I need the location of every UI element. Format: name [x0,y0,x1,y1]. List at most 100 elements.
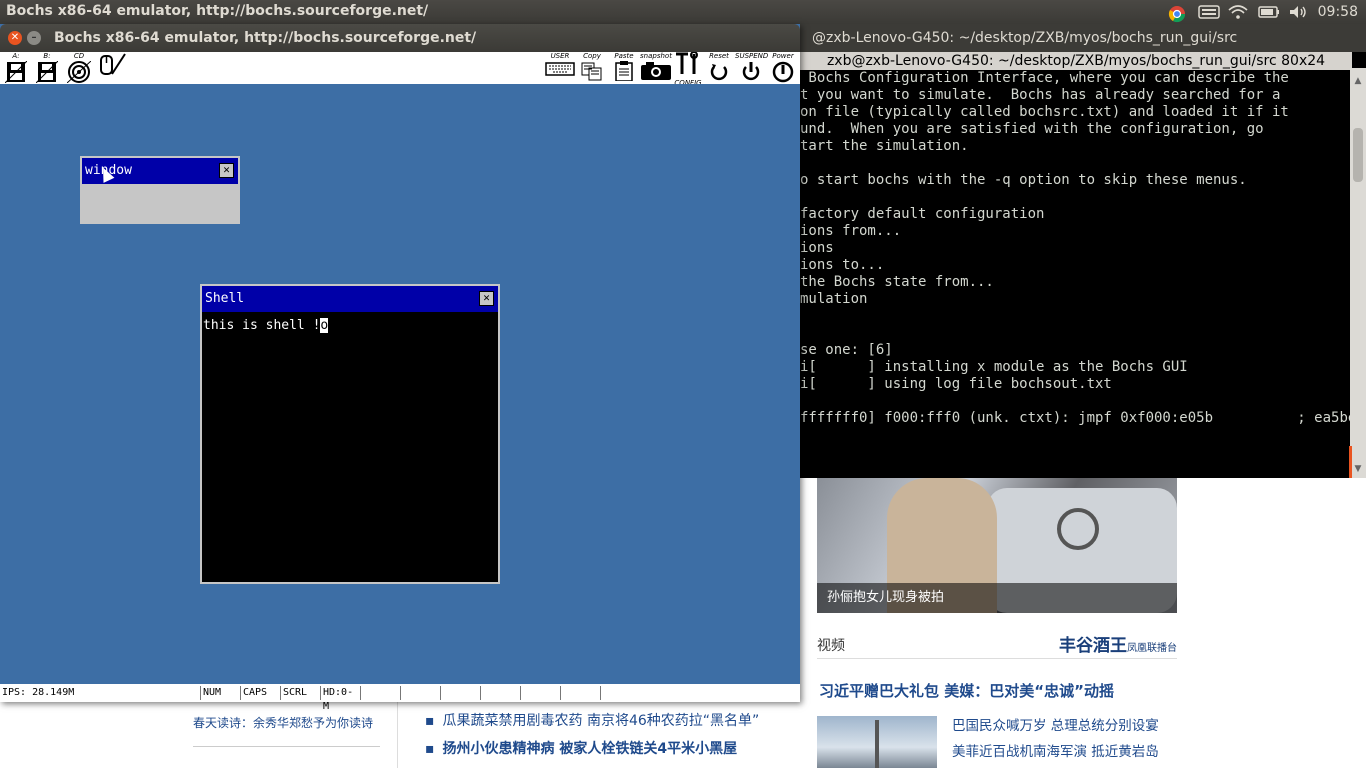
emulator-screen[interactable]: window ✕ Shell ✕ this is shell !o [0,84,800,684]
terminal-line: fffffff0] f000:fff0 (unk. ctxt): jmpf 0x… [800,410,1352,426]
sponsor-brand: 丰谷酒王凤凰联播台 [1059,631,1177,656]
divider [397,700,398,768]
config-icon [673,51,703,79]
terminal-output[interactable]: Bochs Configuration Interface, where you… [800,70,1352,427]
status-slot [520,686,559,700]
left-link-1[interactable]: 春天读诗：余秀华郑愁予为你读诗 [193,714,373,731]
bochs-titlebar[interactable]: ✕ – Bochs x86-64 emulator, http://bochs.… [0,24,800,52]
terminal-line: tart the simulation. [800,138,969,154]
power-label: Power [772,52,794,60]
terminal-line: ions to... [800,257,885,273]
status-slot [480,686,519,700]
mid-link-1-text[interactable]: 瓜果蔬菜禁用剧毒农药 南京将46种农药拉“黑名单” [443,713,760,729]
resize-indicator [1349,446,1352,478]
mid-link-1[interactable]: ▪ 瓜果蔬菜禁用剧毒农药 南京将46种农药拉“黑名单” [425,710,759,730]
floppy-a-label: A: [12,52,20,60]
floppy-a-button[interactable]: A: [3,52,29,84]
terminal-title: @zxb-Lenovo-G450: ~/desktop/ZXB/myos/boc… [812,30,1238,46]
terminal-line: mulation [800,291,868,307]
suspend-button[interactable]: SUSPEND [735,52,768,86]
scroll-up-icon[interactable]: ▲ [1353,76,1363,86]
mid-link-2[interactable]: ▪ 扬州小伙患精神病 被家人栓铁链关4平米小黑屋 [425,738,737,758]
terminal-window[interactable]: @zxb-Lenovo-G450: ~/desktop/ZXB/myos/boc… [800,24,1366,478]
side-link-2[interactable]: 美菲近百战机南海军演 抵近黄岩岛 [952,740,1159,760]
terminal-line: se one: [6] [800,342,893,358]
video-section-header: 视频 丰谷酒王凤凰联播台 [817,628,1177,659]
snapshot-button[interactable]: snapshot [639,52,673,84]
cdrom-button[interactable]: CD [65,52,93,84]
cdrom-label: CD [73,52,85,60]
volume-icon[interactable] [1288,5,1306,19]
camera-icon [639,61,673,86]
status-slot [400,686,439,700]
terminal-tab[interactable]: zxb@zxb-Lenovo-G450: ~/desktop/ZXB/myos/… [800,52,1352,70]
terminal-line: Bochs Configuration Interface, where you… [800,70,1289,86]
scroll-down-icon[interactable]: ▼ [1353,464,1363,474]
mouse-icon [97,52,127,81]
news-photo[interactable]: 孙俪抱女儿现身被拍 [817,478,1177,613]
suspend-icon [735,61,767,86]
system-tray: 09:58 [1168,0,1358,24]
news-thumbnail[interactable] [817,716,937,768]
keyboard-icon[interactable] [1197,5,1220,19]
mouse-capture-button[interactable] [97,52,127,84]
copy-label: Copy [583,52,601,60]
shell-titlebar[interactable]: Shell [202,286,498,312]
minimize-icon[interactable]: – [27,31,41,45]
bochs-statusbar: IPS: 28.149M NUM CAPS SCRL HD:0-M [0,684,800,712]
video-label[interactable]: 视频 [817,635,845,655]
clock[interactable]: 09:58 [1318,4,1358,20]
shell-cursor: o [320,318,329,333]
num-lock-indicator: NUM [200,686,239,700]
copy-button[interactable]: Copy [578,52,606,84]
mid-link-2-text[interactable]: 扬州小伙患精神病 被家人栓铁链关4平米小黑屋 [443,741,738,757]
shell-text: this is shell ! [203,318,321,333]
terminal-line: i[ ] installing x module as the Bochs GU… [800,359,1188,375]
close-icon[interactable]: ✕ [8,31,22,45]
scrollbar-thumb[interactable] [1353,128,1363,182]
paste-icon [610,61,638,86]
terminal-scrollbar[interactable]: ▲ ▼ [1350,68,1366,478]
guest-shell-window[interactable]: Shell ✕ this is shell !o [200,284,500,584]
news-photo-caption[interactable]: 孙俪抱女儿现身被拍 [817,583,1177,613]
main-headline[interactable]: 习近平赠巴大礼包 美媒：巴对美“忠诚”动摇 [819,680,1114,701]
config-button[interactable]: CONFIG [673,51,703,87]
bochs-window[interactable]: ✕ – Bochs x86-64 emulator, http://bochs.… [0,24,800,712]
reset-label: Reset [709,52,729,60]
shell-console[interactable]: this is shell !o [202,316,498,582]
scroll-lock-indicator: SCRL [280,686,319,700]
paste-button[interactable]: Paste [610,52,638,84]
caps-lock-indicator: CAPS [240,686,279,700]
status-slot [360,686,399,700]
chrome-icon[interactable] [1168,5,1186,23]
bochs-title: Bochs x86-64 emulator, http://bochs.sour… [54,30,477,46]
shell-title: Shell [205,291,245,306]
bullet: ▪ [425,741,435,757]
bullet: ▪ [425,713,435,729]
sponsor-brand-name: 丰谷酒王 [1059,636,1127,656]
terminal-titlebar[interactable]: @zxb-Lenovo-G450: ~/desktop/ZXB/myos/boc… [800,24,1366,52]
terminal-line: o start bochs with the -q option to skip… [800,172,1247,188]
top-panel: Bochs x86-64 emulator, http://bochs.sour… [0,0,1366,24]
terminal-line: factory default configuration [800,206,1045,222]
hd-indicator: HD:0-M [320,686,359,712]
power-button[interactable]: Power [767,52,799,84]
side-link-1[interactable]: 巴国民众喊万岁 总理总统分别设宴 [952,714,1159,734]
car-badge [1057,508,1099,550]
divider [193,746,380,747]
wifi-icon[interactable] [1228,5,1248,19]
terminal-line: the Bochs state from... [800,274,994,290]
user-button[interactable]: USER [544,52,576,84]
close-icon[interactable]: ✕ [219,163,234,178]
battery-icon[interactable] [1257,5,1279,19]
floppy-b-button[interactable]: B: [34,52,60,84]
status-slot [560,686,599,700]
close-icon[interactable]: ✕ [479,291,494,306]
paste-label: Paste [614,52,634,60]
thumbnail-figure [875,720,879,768]
reset-button[interactable]: Reset [704,52,734,84]
